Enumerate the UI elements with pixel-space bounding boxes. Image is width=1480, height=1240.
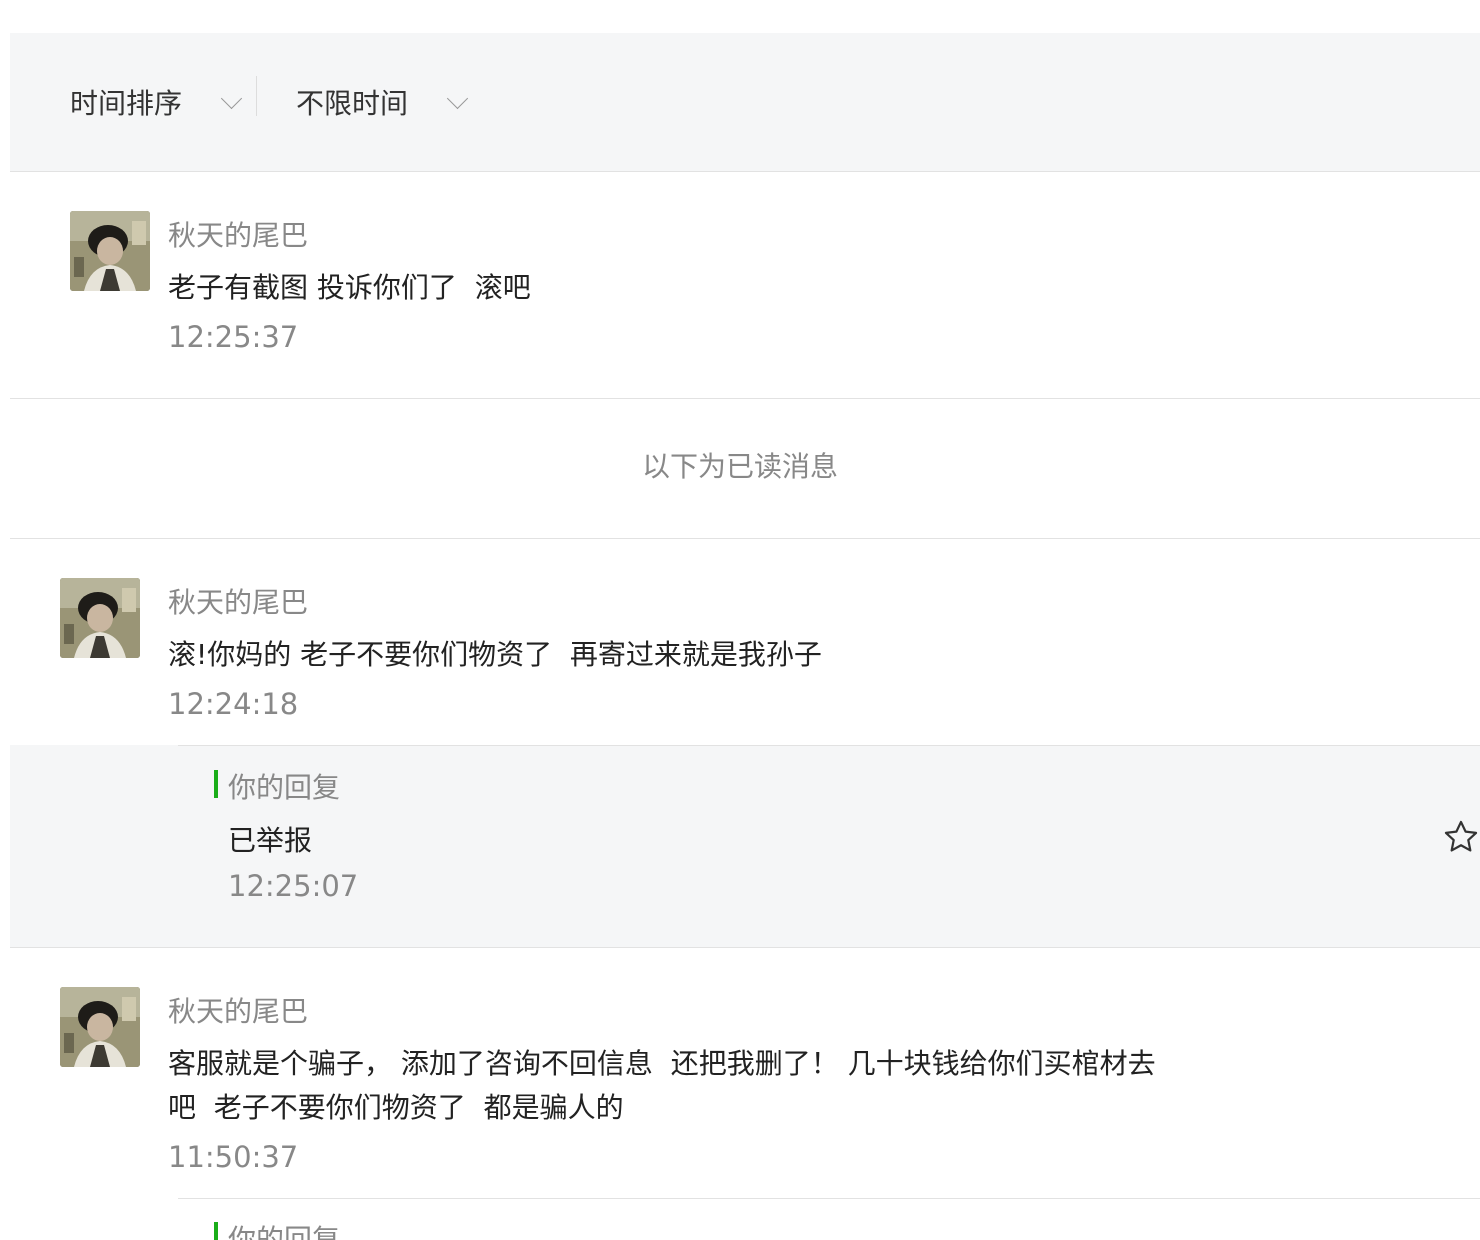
message-time: 12:25:37: [168, 320, 299, 354]
reply-block: 你的回复 已举报 12:25:07: [10, 745, 1480, 948]
reply-title: 你的回复: [228, 1223, 341, 1240]
avatar[interactable]: [60, 987, 140, 1067]
message-time: 12:24:18: [168, 687, 299, 721]
message-list-page: 时间排序 不限时间 秋天的尾巴 老子有截图 投诉你们了 滚吧 12:25:37: [0, 0, 1480, 1240]
avatar[interactable]: [60, 578, 140, 658]
time-range-dropdown[interactable]: 不限时间: [296, 33, 469, 171]
message-content: 老子有截图 投诉你们了 滚吧: [168, 271, 531, 304]
message-time: 11:50:37: [168, 1140, 299, 1174]
message-content: 滚!你妈的 老子不要你们物资了 再寄过来就是我孙子: [168, 638, 822, 671]
reply-time: 12:25:07: [228, 869, 359, 903]
sort-order-dropdown[interactable]: 时间排序: [70, 33, 243, 171]
sender-nickname: 秋天的尾巴: [168, 995, 309, 1028]
divider: [10, 398, 1480, 399]
read-messages-divider: 以下为已读消息: [641, 450, 838, 483]
star-outline-icon[interactable]: [1442, 818, 1480, 860]
divider: [10, 538, 1480, 539]
sort-order-label: 时间排序: [70, 87, 183, 120]
time-range-label: 不限时间: [296, 87, 409, 120]
sender-nickname: 秋天的尾巴: [168, 219, 309, 252]
divider: [178, 1198, 1480, 1199]
reply-accent-bar: [214, 770, 218, 798]
message-content: 客服就是个骗子， 添加了咨询不回信息 还把我删了！ 几十块钱给你们买棺材去 吧 …: [168, 1047, 1156, 1124]
filter-divider: [256, 76, 257, 116]
filter-bar: 时间排序 不限时间: [10, 33, 1480, 172]
chevron-down-icon: [220, 87, 243, 109]
chevron-down-icon: [446, 87, 469, 109]
avatar[interactable]: [70, 211, 150, 291]
sender-nickname: 秋天的尾巴: [168, 586, 309, 619]
reply-content: 已举报: [228, 824, 313, 857]
reply-accent-bar: [214, 1222, 218, 1240]
divider: [178, 745, 1480, 746]
reply-title: 你的回复: [228, 771, 341, 804]
